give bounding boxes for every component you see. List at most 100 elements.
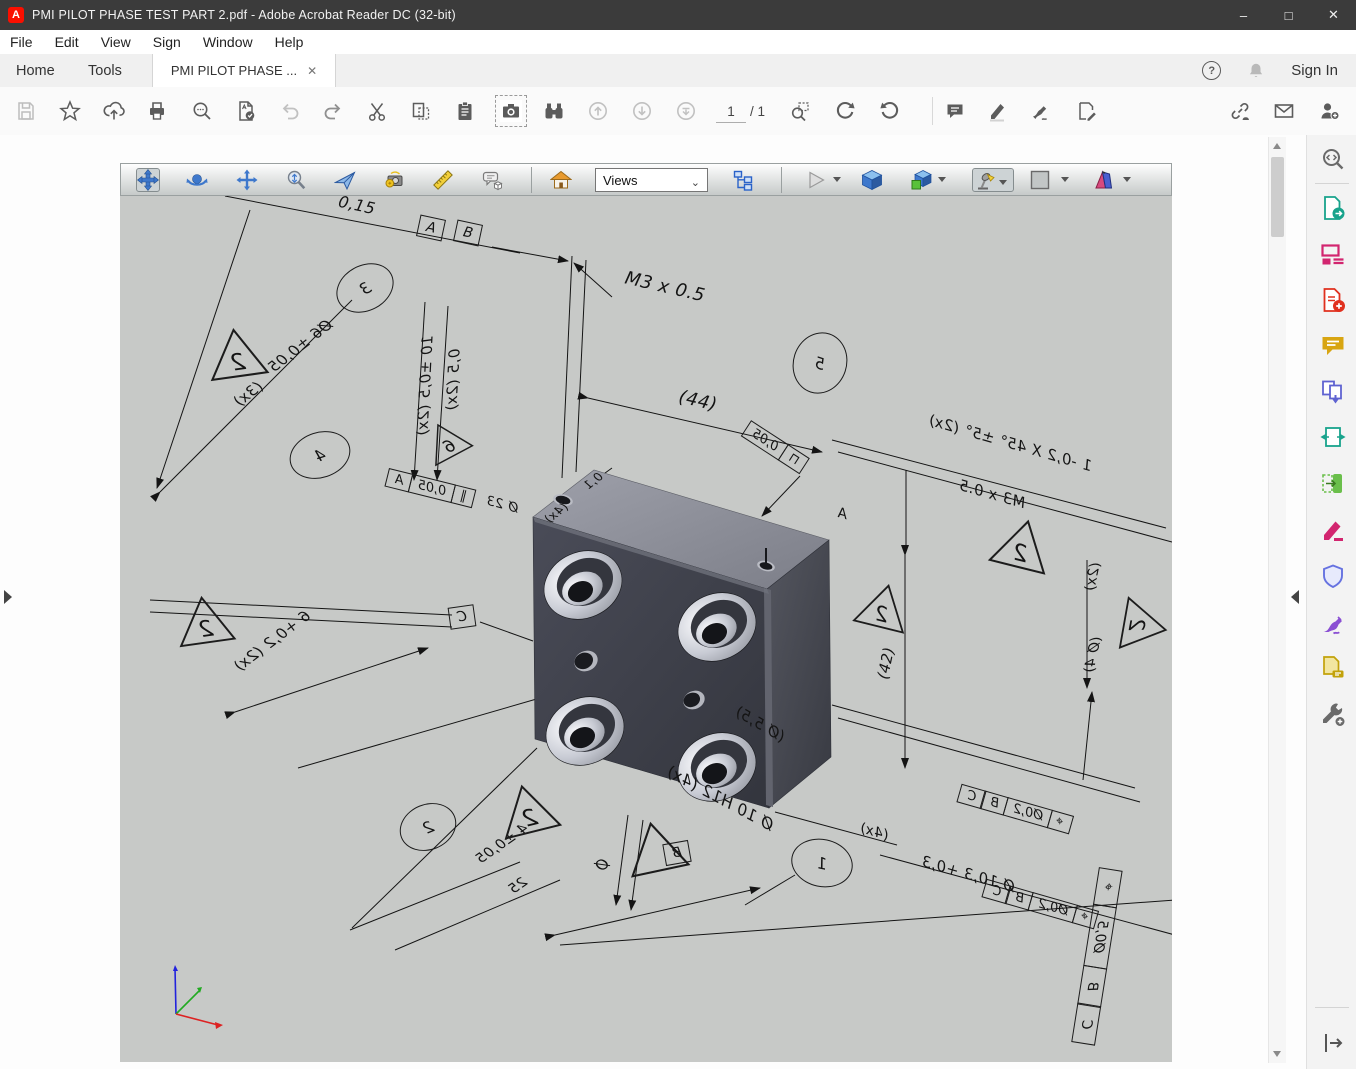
fill-and-sign-icon[interactable] (1075, 100, 1097, 122)
fly-tool[interactable] (334, 169, 356, 191)
export-pdf-icon[interactable] (1320, 195, 1346, 221)
render-options-caret-icon[interactable] (938, 177, 946, 182)
minimize-button[interactable]: – (1221, 0, 1266, 30)
menu-window[interactable]: Window (203, 34, 253, 50)
scan-and-ocr-icon[interactable] (1320, 471, 1346, 497)
previous-view-icon (587, 100, 609, 122)
rotate-clockwise-icon[interactable] (834, 100, 856, 122)
notifications-bell-icon[interactable] (1247, 62, 1265, 80)
home-view-button[interactable] (550, 169, 572, 191)
send-for-comments-icon[interactable] (1320, 655, 1346, 681)
cross-section-caret-icon[interactable] (1123, 177, 1131, 182)
menu-help[interactable]: Help (275, 34, 304, 50)
measure-ruler-tool[interactable] (432, 169, 454, 191)
edit-pdf-icon[interactable] (1320, 241, 1346, 267)
camera-view-tool[interactable] (383, 169, 405, 191)
extra-lighting-lamp-button[interactable] (973, 169, 1013, 191)
acrobat-logo-icon: A (8, 7, 24, 23)
chevron-down-icon: ⌄ (691, 176, 700, 189)
pdf-3d-page: Views ⌄ (120, 163, 1172, 1062)
menu-view[interactable]: View (101, 34, 131, 50)
menu-edit[interactable]: Edit (55, 34, 79, 50)
main-toolbar: / 1 (0, 87, 1356, 136)
cross-section-button[interactable] (1093, 169, 1115, 191)
model-tree-button[interactable] (732, 169, 754, 191)
tab-home[interactable]: Home (16, 54, 55, 87)
search-tools-icon[interactable] (1320, 147, 1346, 173)
views-dropdown[interactable]: Views ⌄ (595, 168, 708, 192)
scroll-up-icon[interactable] (1273, 143, 1281, 149)
search-icon[interactable] (191, 100, 213, 122)
comment-tool-icon[interactable] (1320, 333, 1346, 359)
3d-model-canvas[interactable] (120, 196, 1172, 1062)
highlight-icon[interactable] (986, 100, 1008, 122)
copy-snapshot-icon[interactable] (410, 100, 432, 122)
document-area: Views ⌄ (0, 135, 1356, 1069)
page-count-label: / 1 (750, 104, 765, 119)
render-mode-options-button[interactable] (910, 169, 932, 191)
3d-viewer-toolbar: Views ⌄ (120, 163, 1172, 196)
cut-icon[interactable] (366, 100, 388, 122)
background-color-caret-icon[interactable] (1061, 177, 1069, 182)
spin-tool[interactable] (186, 169, 208, 191)
redact-icon[interactable] (1320, 517, 1346, 543)
redo-icon[interactable] (322, 100, 344, 122)
sign-pen-icon[interactable] (1030, 100, 1052, 122)
views-dropdown-value: Views (603, 173, 637, 188)
undo-icon (279, 100, 301, 122)
protect-icon[interactable] (1320, 563, 1346, 589)
fill-sign-tool-icon[interactable] (1320, 609, 1346, 635)
render-mode-cube-button[interactable] (861, 169, 883, 191)
help-icon[interactable]: ? (1202, 61, 1221, 80)
email-icon[interactable] (1273, 100, 1295, 122)
combine-files-icon[interactable] (1320, 379, 1346, 405)
tab-bar: Home Tools PMI PILOT PHASE ... ✕ ? Sign … (0, 54, 1356, 88)
maximize-button[interactable]: □ (1266, 0, 1311, 30)
share-upload-icon[interactable] (103, 100, 125, 122)
sign-in-button[interactable]: Sign In (1291, 62, 1338, 79)
tab-document[interactable]: PMI PILOT PHASE ... ✕ (152, 54, 336, 87)
print-icon[interactable] (146, 100, 168, 122)
save-icon[interactable] (15, 100, 37, 122)
share-link-icon[interactable] (1229, 100, 1251, 122)
rotate-counterclockwise-icon[interactable] (879, 100, 901, 122)
tools-panel-collapse-icon[interactable] (1291, 590, 1299, 604)
page-number-input[interactable] (716, 100, 746, 123)
find-binoculars-icon[interactable] (543, 100, 565, 122)
create-pdf-icon[interactable] (1320, 287, 1346, 313)
tools-rail (1306, 135, 1356, 1069)
share-people-icon[interactable] (1318, 100, 1340, 122)
window-title: PMI PILOT PHASE TEST PART 2.pdf - Adobe … (32, 8, 456, 22)
more-tools-icon[interactable] (1320, 701, 1346, 727)
tab-document-label: PMI PILOT PHASE ... (171, 63, 297, 78)
title-bar: A PMI PILOT PHASE TEST PART 2.pdf - Adob… (0, 0, 1356, 30)
acrobat-window: A PMI PILOT PHASE TEST PART 2.pdf - Adob… (0, 0, 1356, 1069)
rotate-tool[interactable] (137, 169, 159, 191)
verify-check-icon[interactable] (235, 100, 257, 122)
scroll-down-icon[interactable] (1273, 1051, 1281, 1057)
star-favorite-icon[interactable] (59, 100, 81, 122)
3d-comment-tool[interactable] (481, 169, 503, 191)
tab-close-icon[interactable]: ✕ (307, 64, 317, 78)
organize-pages-icon[interactable] (1320, 425, 1346, 451)
expand-panel-icon[interactable] (1320, 1030, 1346, 1056)
left-panel-expand-icon[interactable] (4, 590, 12, 604)
clipboard-paste-icon[interactable] (454, 100, 476, 122)
play-animation-button (805, 169, 827, 191)
comment-icon[interactable] (944, 100, 966, 122)
close-button[interactable]: ✕ (1311, 0, 1356, 30)
zoom-tool[interactable] (285, 169, 307, 191)
marquee-zoom-icon[interactable] (789, 100, 811, 122)
pan-tool[interactable] (236, 169, 258, 191)
last-page-icon (675, 100, 697, 122)
menu-file[interactable]: File (10, 34, 33, 50)
play-options-caret-icon[interactable] (833, 177, 841, 182)
menu-bar: File Edit View Sign Window Help (0, 30, 1356, 55)
snapshot-camera-tool[interactable] (500, 100, 522, 122)
background-color-button[interactable] (1029, 169, 1051, 191)
scrollbar-thumb[interactable] (1271, 157, 1284, 237)
tab-tools[interactable]: Tools (88, 54, 122, 87)
vertical-scrollbar[interactable] (1268, 137, 1286, 1063)
next-view-icon (631, 100, 653, 122)
menu-sign[interactable]: Sign (153, 34, 181, 50)
